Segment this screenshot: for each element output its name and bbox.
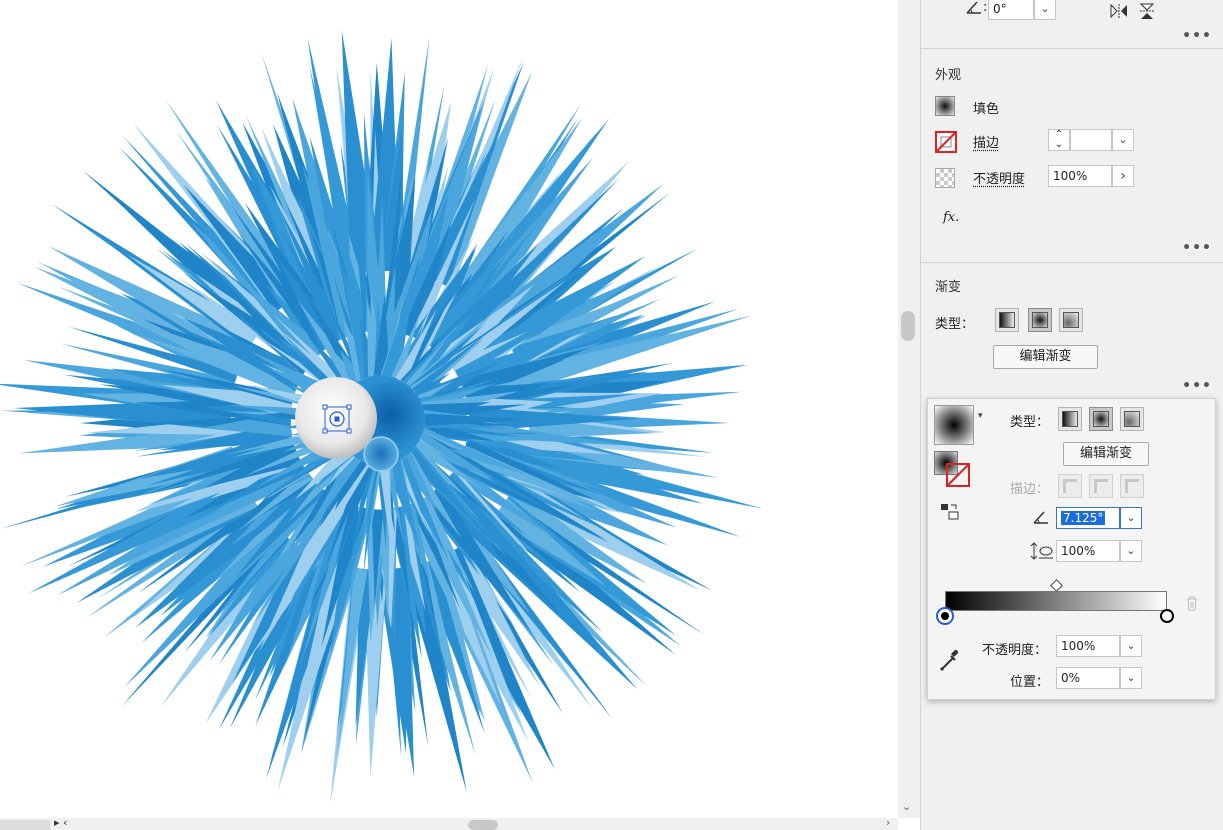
stop-position-field[interactable]: 0% — [1056, 667, 1120, 689]
linear-gradient-button[interactable] — [1058, 407, 1082, 431]
flip-vertical-icon[interactable] — [1139, 2, 1155, 20]
gradient-ramp-slider[interactable] — [945, 591, 1167, 611]
gradient-type-label: 类型： — [935, 317, 975, 332]
horizontal-scrollbar[interactable]: ▸ ‹ › — [0, 816, 898, 830]
swap-fill-stroke-icon[interactable] — [940, 503, 960, 521]
opacity-label[interactable]: 不透明度 — [973, 168, 1025, 187]
status-tab — [0, 820, 50, 830]
artboard-canvas[interactable] — [0, 0, 898, 818]
vertical-scroll-thumb[interactable] — [901, 311, 915, 341]
chevron-down-icon[interactable]: ⌄ — [1120, 507, 1142, 529]
small-blue-sphere — [363, 436, 399, 472]
chevron-down-icon[interactable]: ⌄ — [1120, 540, 1142, 562]
radial-gradient-button[interactable] — [1028, 308, 1052, 332]
popup-type-label: 类型： — [1010, 415, 1050, 430]
more-icon[interactable]: ••• — [1182, 240, 1212, 256]
opacity-field[interactable]: 100% — [1048, 165, 1112, 187]
linear-gradient-button[interactable] — [995, 308, 1019, 332]
stroke-weight-field[interactable] — [1070, 129, 1112, 151]
freeform-gradient-button[interactable] — [1120, 407, 1144, 431]
fill-swatch-icon[interactable] — [935, 96, 955, 116]
gradient-angle-field[interactable]: 7.125° — [1056, 507, 1120, 529]
radial-gradient-button[interactable] — [1089, 407, 1113, 431]
chevron-down-icon[interactable]: ⌄ — [1120, 635, 1142, 657]
more-icon[interactable]: ••• — [1182, 28, 1212, 44]
angle-value-selected[interactable]: 7.125° — [1061, 511, 1106, 525]
eyedropper-icon[interactable] — [938, 647, 962, 673]
popup-stroke-label: 描边： — [1010, 482, 1050, 497]
opacity-checker-icon[interactable] — [935, 168, 955, 188]
spiky-burst-artwork[interactable] — [0, 0, 898, 818]
fx-icon[interactable]: fx. — [943, 210, 959, 225]
gradient-popup-panel: ▾ 类型： 编辑渐变 描边： 7.125° ⌄ 100% ⌄ 不透明度： 100… — [927, 398, 1216, 700]
edit-gradient-button[interactable]: 编辑渐变 — [993, 345, 1098, 369]
divider — [921, 262, 1223, 263]
chevron-down-icon[interactable]: ⌄ — [1120, 667, 1142, 689]
gradient-midpoint-diamond[interactable] — [1050, 579, 1063, 592]
scroll-right-icon[interactable]: › — [886, 816, 890, 829]
gradient-stop-start[interactable] — [938, 609, 952, 623]
chevron-down-icon[interactable]: ⌄ — [1112, 129, 1134, 151]
fill-label: 填色 — [973, 102, 1000, 117]
stroke-gradient-across-button — [1120, 474, 1144, 498]
aspect-ratio-icon — [1030, 542, 1053, 560]
rotate-angle-field[interactable]: 0° — [988, 0, 1034, 20]
gradient-preview-swatch[interactable] — [934, 405, 974, 445]
stroke-weight-stepper[interactable]: ⌃ ⌄ — [1048, 129, 1070, 151]
angle-icon — [1033, 511, 1048, 524]
scroll-down-icon[interactable]: ⌄ — [902, 800, 911, 813]
scroll-left-icon[interactable]: ▸ ‹ — [54, 816, 67, 829]
appearance-title: 外观 — [935, 68, 962, 83]
gradient-stop-end[interactable] — [1160, 609, 1174, 623]
horizontal-scroll-thumb[interactable] — [468, 820, 498, 830]
more-icon[interactable]: ••• — [1182, 378, 1212, 394]
stroke-gradient-within-button — [1058, 474, 1082, 498]
divider — [921, 48, 1223, 49]
flip-horizontal-icon[interactable] — [1109, 3, 1129, 19]
chevron-down-icon[interactable]: ⌄ — [1034, 0, 1056, 20]
stroke-none-icon[interactable] — [935, 131, 957, 153]
popup-edit-gradient-button[interactable]: 编辑渐变 — [1063, 442, 1149, 466]
stroke-none-icon[interactable] — [946, 463, 972, 489]
freeform-gradient-button[interactable] — [1059, 308, 1083, 332]
trash-icon — [1187, 596, 1197, 611]
chevron-right-icon[interactable]: › — [1112, 165, 1134, 187]
stroke-gradient-along-button — [1089, 474, 1113, 498]
gradient-title: 渐变 — [935, 280, 962, 295]
stop-opacity-field[interactable]: 100% — [1056, 635, 1120, 657]
aspect-ratio-field[interactable]: 100% — [1056, 540, 1120, 562]
chevron-down-icon[interactable]: ▾ — [978, 411, 983, 421]
angle-icon — [966, 1, 981, 14]
popup-opacity-label: 不透明度： — [982, 643, 1048, 658]
popup-position-label: 位置： — [1010, 675, 1050, 690]
vertical-scrollbar[interactable]: ⌄ — [898, 0, 920, 818]
stroke-label[interactable]: 描边 — [973, 132, 999, 151]
